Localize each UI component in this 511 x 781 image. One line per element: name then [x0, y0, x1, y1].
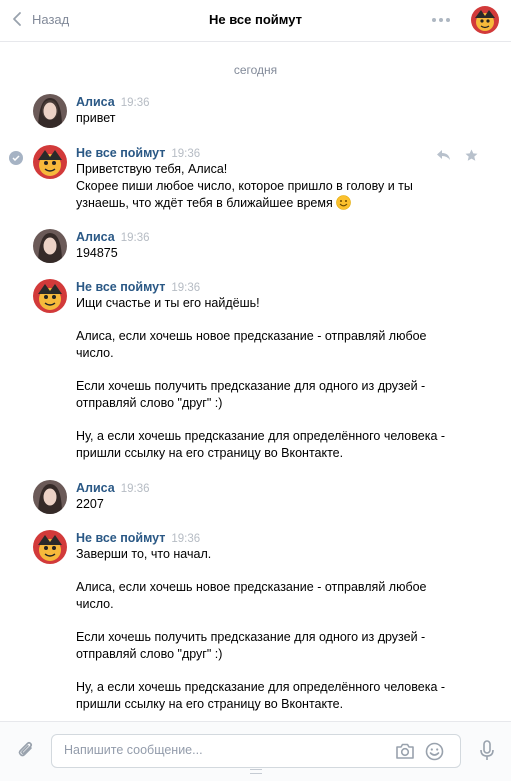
sender-name[interactable]: Не все поймут: [76, 146, 165, 160]
message-actions: [436, 149, 478, 162]
message-text: 2207: [76, 497, 104, 511]
message-text: отправляй слово "друг" :): [76, 396, 223, 410]
star-icon[interactable]: [465, 149, 478, 162]
sender-name[interactable]: Не все поймут: [76, 280, 165, 294]
more-dots-icon[interactable]: [432, 18, 450, 22]
reply-icon[interactable]: [436, 149, 451, 161]
camera-icon[interactable]: [395, 742, 415, 763]
smile-emoji-icon: [336, 195, 352, 215]
message-text: 194875: [76, 246, 118, 260]
paperclip-icon[interactable]: [17, 740, 35, 763]
sender-name[interactable]: Не все поймут: [76, 531, 165, 545]
microphone-icon[interactable]: [479, 740, 495, 765]
message-text: Ну, а если хочешь предсказание для опред…: [76, 680, 446, 694]
bot-avatar[interactable]: [33, 530, 67, 564]
message-text: пришли ссылку на его страницу во Вконтак…: [76, 697, 344, 711]
message-text: пришли ссылку на его страницу во Вконтак…: [76, 446, 344, 460]
message-time[interactable]: 19:36: [171, 148, 200, 160]
message-time[interactable]: 19:36: [121, 483, 150, 495]
smile-icon[interactable]: [425, 742, 444, 764]
message-text: Ищи счастье и ты его найдёшь!: [76, 296, 260, 310]
message-text: Алиса, если хочешь новое предсказание - …: [76, 329, 427, 343]
message-text: привет: [76, 111, 116, 125]
resize-handle[interactable]: [250, 769, 262, 774]
check-icon: [9, 151, 23, 165]
message-text: Скорее пиши любое число, которое пришло …: [76, 179, 413, 193]
sender-name[interactable]: Алиса: [76, 95, 115, 109]
sender-name[interactable]: Алиса: [76, 230, 115, 244]
message-text: число.: [76, 597, 114, 611]
message-text: Если хочешь получить предсказание для од…: [76, 379, 426, 393]
message-time[interactable]: 19:36: [171, 282, 200, 294]
user-avatar[interactable]: [33, 94, 67, 128]
bot-avatar[interactable]: [471, 6, 499, 34]
chat-header: Назад Не все поймут: [0, 0, 511, 42]
bot-avatar[interactable]: [33, 145, 67, 179]
message-text: число.: [76, 346, 114, 360]
message-text: отправляй слово "друг" :): [76, 647, 223, 661]
sender-name[interactable]: Алиса: [76, 481, 115, 495]
message-text: Ну, а если хочешь предсказание для опред…: [76, 429, 446, 443]
message-text: Приветствую тебя, Алиса!: [76, 162, 228, 176]
user-avatar[interactable]: [33, 229, 67, 263]
message-text: Алиса, если хочешь новое предсказание - …: [76, 580, 427, 594]
message-text: Заверши то, что начал.: [76, 547, 212, 561]
message-text: узнаешь, что ждёт тебя в ближайшее время: [76, 195, 481, 215]
date-separator: сегодня: [233, 63, 278, 77]
message-time[interactable]: 19:36: [171, 533, 200, 545]
message-input[interactable]: [64, 743, 374, 757]
message-time[interactable]: 19:36: [121, 232, 150, 244]
user-avatar[interactable]: [33, 480, 67, 514]
message-input-box[interactable]: [51, 734, 461, 768]
bot-avatar[interactable]: [33, 279, 67, 313]
message-time[interactable]: 19:36: [121, 97, 150, 109]
message-text: Если хочешь получить предсказание для од…: [76, 630, 426, 644]
